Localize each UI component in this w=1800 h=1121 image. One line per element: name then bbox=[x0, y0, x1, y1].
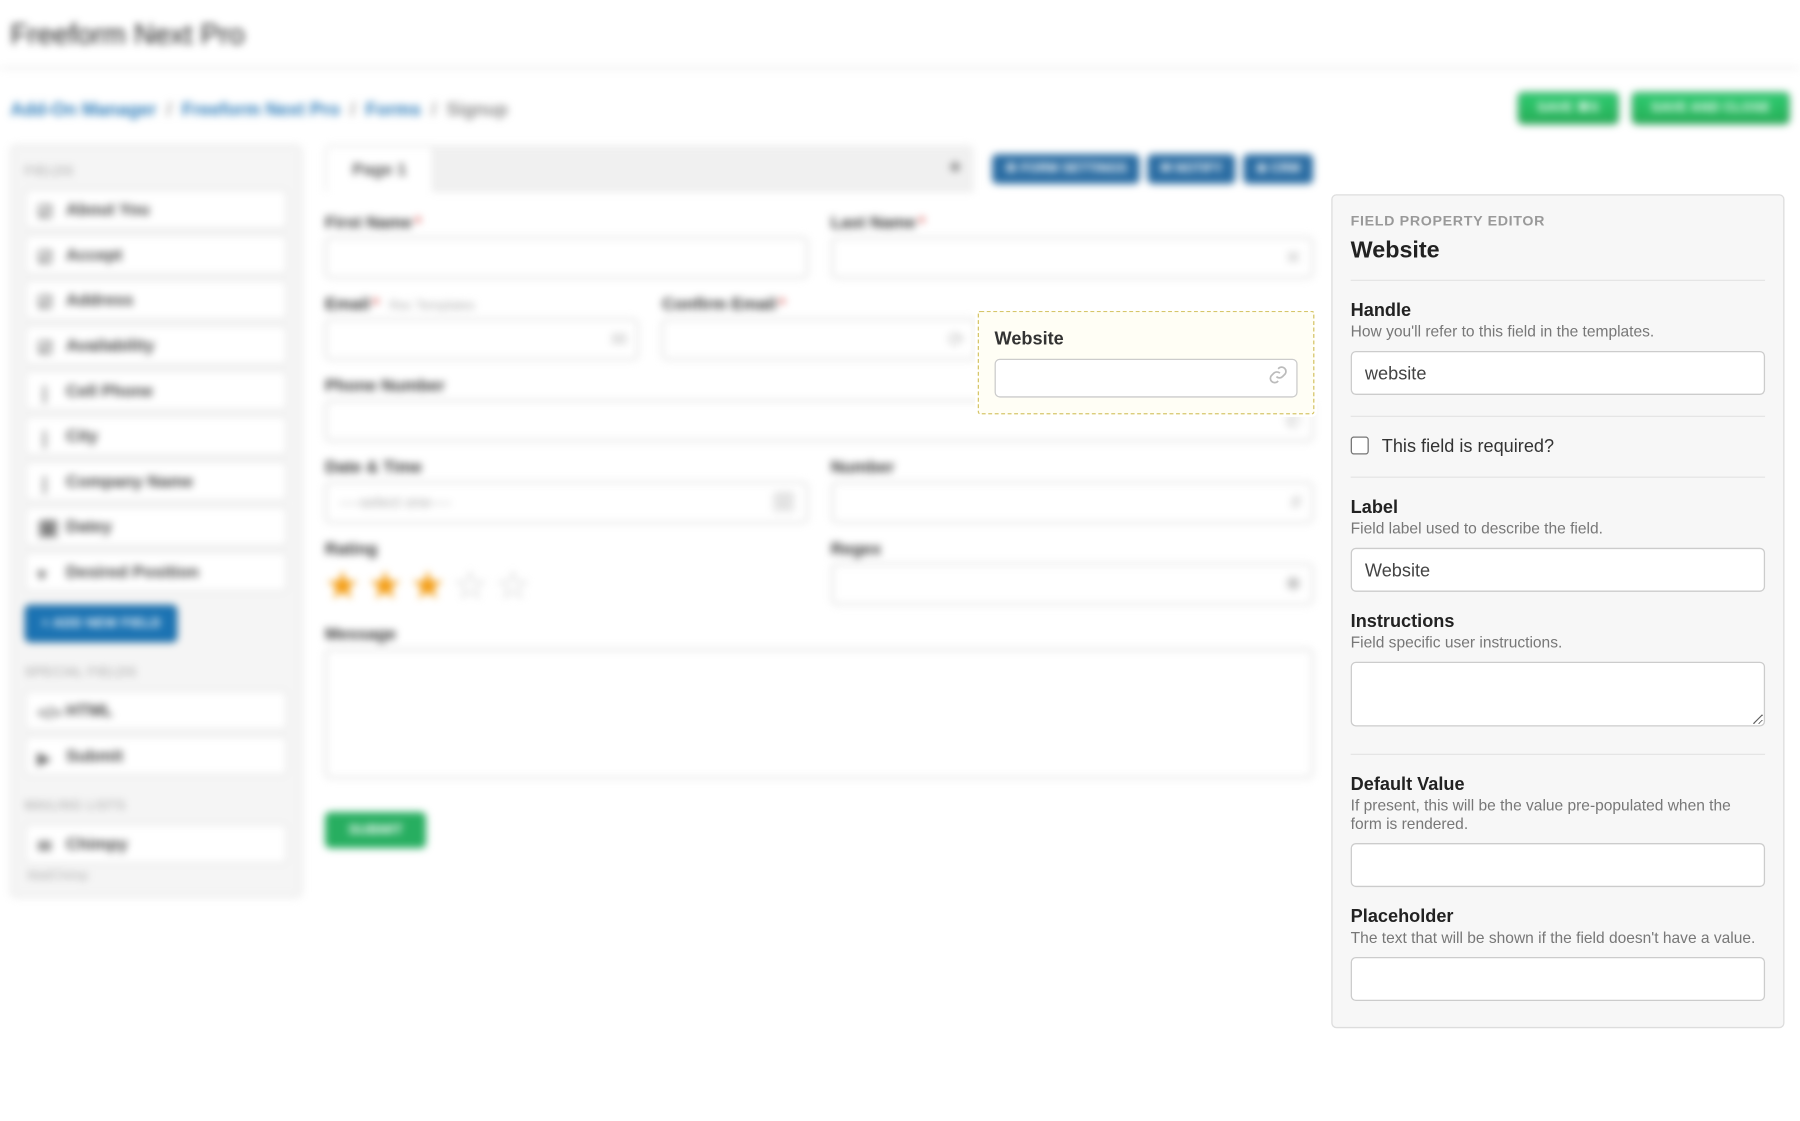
required-checkbox[interactable] bbox=[1351, 436, 1369, 454]
default-input[interactable] bbox=[1351, 843, 1765, 887]
sidebar-item-datey[interactable]: 🗓Datey bbox=[25, 506, 288, 546]
breadcrumb-forms[interactable]: Forms bbox=[366, 98, 421, 119]
crm-button[interactable]: ⊕ CRM bbox=[1243, 153, 1313, 183]
instructions-help: Field specific user instructions. bbox=[1351, 633, 1765, 651]
label-label: Label bbox=[1351, 496, 1765, 517]
submit-button[interactable]: SUBMIT bbox=[325, 812, 426, 848]
selected-field-input[interactable] bbox=[995, 359, 1298, 398]
notify-button[interactable]: ✉ NOTIFY bbox=[1148, 153, 1236, 183]
field-rating[interactable]: Rating ★ ★ ★ ☆ ☆ bbox=[325, 539, 807, 609]
field-last-name[interactable]: Last Name* ✕ bbox=[831, 212, 1313, 278]
sidebar-item-city[interactable]: ❘City bbox=[25, 416, 288, 456]
sidebar-head-mailing: MAILING LISTS bbox=[25, 799, 288, 813]
field-regex[interactable]: Regex ✱ bbox=[831, 539, 1313, 609]
calendar-icon: 🗓 bbox=[771, 491, 796, 514]
placeholder-help: The text that will be shown if the field… bbox=[1351, 929, 1765, 947]
instructions-input[interactable] bbox=[1351, 662, 1765, 727]
breadcrumb-product[interactable]: Freeform Next Pro bbox=[182, 98, 340, 119]
refresh-icon: ⟳ bbox=[948, 328, 964, 351]
sidebar-item-submit[interactable]: ▶Submit bbox=[25, 736, 288, 776]
star-icon[interactable]: ★ bbox=[368, 563, 403, 608]
breadcrumb: Add-On Manager / Freeform Next Pro / For… bbox=[10, 98, 508, 119]
field-datetime[interactable]: Date & Time ----select one----🗓 bbox=[325, 457, 807, 523]
sidebar-item-chimpy[interactable]: ✉Chimpy bbox=[25, 824, 288, 864]
label-help: Field label used to describe the field. bbox=[1351, 519, 1765, 537]
link-icon bbox=[1268, 365, 1289, 392]
sidebar-item-availability[interactable]: ☑Availability bbox=[25, 325, 288, 365]
instructions-label: Instructions bbox=[1351, 610, 1765, 631]
sidebar-item-address[interactable]: ☑Address bbox=[25, 280, 288, 320]
star-icon[interactable]: ☆ bbox=[453, 563, 488, 608]
tab-page1[interactable]: Page 1 bbox=[325, 145, 434, 192]
star-icon[interactable]: ★ bbox=[410, 563, 445, 608]
required-checkbox-row[interactable]: This field is required? bbox=[1351, 435, 1765, 456]
selected-field-website[interactable]: Website bbox=[978, 311, 1315, 415]
field-first-name[interactable]: First Name* bbox=[325, 212, 807, 278]
app-title: Freeform Next Pro bbox=[0, 0, 1800, 67]
save-close-button[interactable]: SAVE AND CLOSE bbox=[1632, 92, 1790, 124]
field-property-editor: FIELD PROPERTY EDITOR Website Handle How… bbox=[1331, 194, 1784, 1028]
breadcrumb-addon-manager[interactable]: Add-On Manager bbox=[10, 98, 156, 119]
star-icon[interactable]: ★ bbox=[325, 563, 360, 608]
placeholder-input[interactable] bbox=[1351, 957, 1765, 1001]
sidebar-item-desired[interactable]: ▾Desired Position bbox=[25, 552, 288, 592]
handle-label: Handle bbox=[1351, 299, 1765, 320]
hash-icon: # bbox=[1291, 491, 1302, 513]
sidebar-item-about-you[interactable]: ☑About You bbox=[25, 189, 288, 229]
editor-title: Website bbox=[1351, 237, 1765, 281]
default-help: If present, this will be the value pre-p… bbox=[1351, 796, 1765, 832]
field-confirm-email[interactable]: Confirm Email* ⟳ bbox=[662, 294, 976, 360]
sidebar-item-accept[interactable]: ☑Accept bbox=[25, 234, 288, 274]
selected-field-label: Website bbox=[995, 328, 1298, 349]
placeholder-label: Placeholder bbox=[1351, 905, 1765, 926]
star-icon[interactable]: ☆ bbox=[495, 563, 530, 608]
sidebar-head-special: SPECIAL FIELDS bbox=[25, 666, 288, 680]
sidebar-item-company[interactable]: ❘Company Name bbox=[25, 461, 288, 501]
save-button[interactable]: SAVE ⌘S bbox=[1518, 92, 1619, 124]
default-label: Default Value bbox=[1351, 773, 1765, 794]
sidebar-item-html[interactable]: </>HTML bbox=[25, 690, 288, 730]
handle-help: How you'll refer to this field in the te… bbox=[1351, 322, 1765, 340]
label-input[interactable] bbox=[1351, 548, 1765, 592]
field-email[interactable]: Email*Rec Templates ✉ bbox=[325, 294, 639, 360]
editor-head: FIELD PROPERTY EDITOR bbox=[1351, 214, 1765, 230]
add-tab-icon[interactable]: + bbox=[949, 156, 961, 179]
add-field-button[interactable]: + ADD NEW FIELD bbox=[25, 605, 178, 643]
sidebar: FIELDS ☑About You ☑Accept ☑Address ☑Avai… bbox=[10, 145, 301, 897]
form-canvas: Page 1 + ⚙ FORM SETTINGS ✉ NOTIFY ⊕ CRM … bbox=[325, 145, 1313, 897]
sidebar-item-cell-phone[interactable]: ❘Cell Phone bbox=[25, 370, 288, 410]
breadcrumb-current: Signup bbox=[446, 98, 507, 119]
handle-input[interactable] bbox=[1351, 351, 1765, 395]
field-number[interactable]: Number # bbox=[831, 457, 1313, 523]
sidebar-head-fields: FIELDS bbox=[25, 164, 288, 178]
asterisk-icon: ✱ bbox=[1285, 572, 1301, 595]
form-settings-button[interactable]: ⚙ FORM SETTINGS bbox=[992, 153, 1140, 183]
mail-icon: ✉ bbox=[611, 328, 627, 351]
close-icon: ✕ bbox=[1285, 246, 1301, 269]
field-message[interactable]: Message bbox=[325, 624, 1313, 778]
